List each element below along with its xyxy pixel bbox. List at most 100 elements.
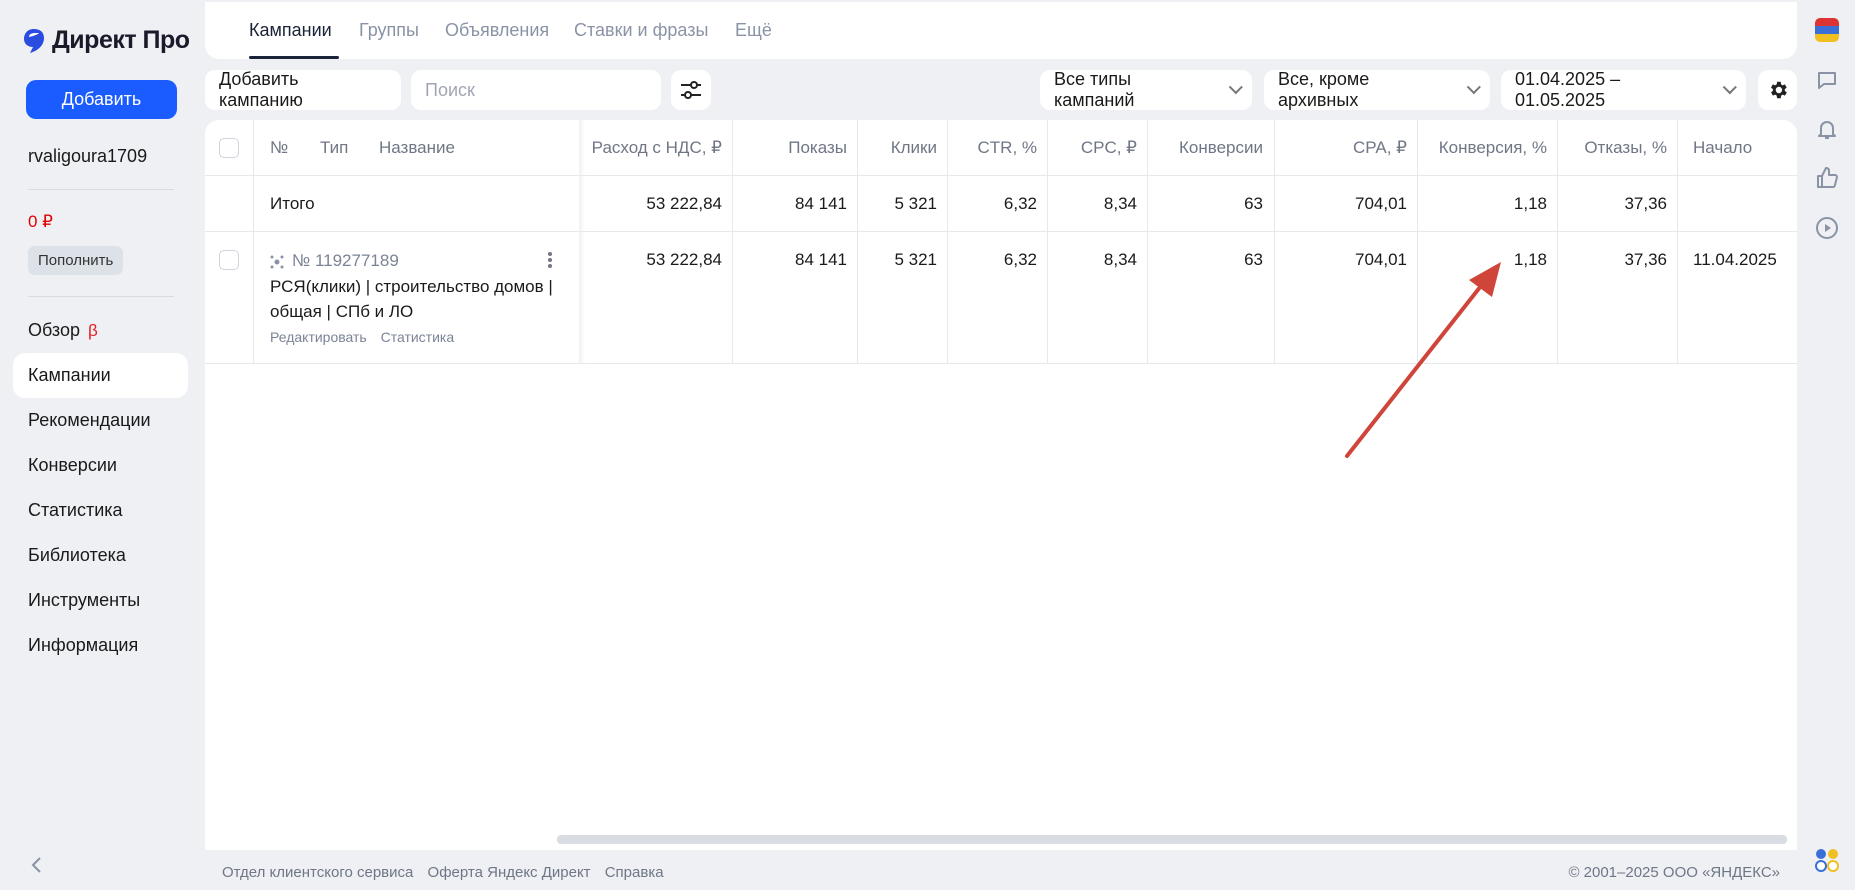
header-name[interactable]: Название [379,138,455,158]
campaign-type-select[interactable]: Все типы кампаний [1040,69,1252,110]
search-input[interactable]: Поиск [411,70,661,110]
row-start-date: 11.04.2025 [1693,250,1777,269]
stats-link[interactable]: Статистика [381,329,455,345]
campaign-links: Редактировать Статистика [270,329,464,345]
filter-settings-button[interactable] [671,70,711,110]
header-cpc[interactable]: CPC, ₽ [1081,138,1137,158]
sidebar-item-label: Обзор [28,320,80,340]
footer-link-help[interactable]: Справка [605,864,664,881]
row-cpc: 8,34 [1103,250,1137,269]
header-type[interactable]: Тип [320,138,348,158]
sidebar-item-info[interactable]: Информация [13,623,188,668]
footer-links: Отдел клиентского сервиса Оферта Яндекс … [222,864,674,881]
logo-text: Директ Про [52,26,190,54]
sidebar-item-label: Кампании [28,365,111,385]
tab-campaigns[interactable]: Кампании [249,20,332,41]
sidebar-item-statistics[interactable]: Статистика [13,488,188,533]
footer-link-offer[interactable]: Оферта Яндекс Директ [428,864,591,881]
sidebar-item-label: Конверсии [28,455,117,475]
sidebar-item-library[interactable]: Библиотека [13,533,188,578]
more-actions-icon[interactable] [547,250,553,270]
sliders-icon [681,81,701,99]
sidebar-item-conversions[interactable]: Конверсии [13,443,188,488]
total-ctr: 6,32 [1003,194,1037,213]
thumbs-up-icon[interactable] [1815,166,1839,190]
tab-groups[interactable]: Группы [359,20,419,41]
row-impressions: 84 141 [795,250,847,269]
divider [28,189,174,190]
tabs-bar: Кампании Группы Объявления Ставки и фраз… [205,2,1797,59]
sidebar-item-tools[interactable]: Инструменты [13,578,188,623]
services-icon[interactable] [1815,848,1839,872]
campaign-id[interactable]: № 119277189 [292,251,399,271]
username[interactable]: rvaligoura1709 [28,146,147,167]
beta-badge: β [88,320,98,340]
edit-link[interactable]: Редактировать [270,329,367,345]
network-campaign-icon [270,255,284,269]
total-label: Итого [270,194,315,213]
tab-bids[interactable]: Ставки и фразы [574,20,708,41]
tab-more[interactable]: Ещё [735,20,772,41]
header-spend[interactable]: Расход с НДС, ₽ [592,138,722,158]
header-num[interactable]: № [270,138,288,158]
footer-link-support[interactable]: Отдел клиентского сервиса [222,864,413,881]
total-impressions: 84 141 [795,194,847,213]
total-cpc: 8,34 [1103,194,1137,213]
row-checkbox[interactable] [219,250,239,270]
header-impressions[interactable]: Показы [788,138,847,158]
chevron-down-icon [1228,80,1243,95]
direct-logo-icon [24,28,44,53]
sidebar-item-campaigns[interactable]: Кампании [13,353,188,398]
add-campaign-button[interactable]: Добавить кампанию [205,69,401,110]
gear-icon [1770,81,1787,99]
sidebar-item-label: Информация [28,635,139,655]
total-bounces: 37,36 [1624,194,1667,213]
table-settings-button[interactable] [1758,70,1797,110]
row-clicks: 5 321 [894,250,937,269]
row-bounces: 37,36 [1624,250,1667,269]
topup-button[interactable]: Пополнить [28,246,124,275]
sidebar-item-label: Рекомендации [28,410,151,430]
tab-ads[interactable]: Объявления [445,20,549,41]
header-conv-rate[interactable]: Конверсия, % [1439,138,1547,158]
select-all-checkbox[interactable] [219,138,239,158]
divider [28,296,174,297]
sidebar-nav: Обзор β Кампании Рекомендации Конверсии … [13,308,188,668]
chat-icon[interactable] [1815,68,1839,92]
row-conversions: 63 [1244,250,1263,269]
header-clicks[interactable]: Клики [891,138,937,158]
logo[interactable]: Директ Про [22,26,190,55]
account-avatar-icon[interactable] [1815,18,1839,42]
row-spend: 53 222,84 [646,250,722,269]
date-range-value: 01.04.2025 – 01.05.2025 [1515,69,1621,110]
campaign-type-value: Все типы кампаний [1054,69,1135,110]
add-button[interactable]: Добавить [26,80,177,119]
total-spend: 53 222,84 [646,194,722,213]
horizontal-scrollbar[interactable] [557,835,1787,844]
header-conversions[interactable]: Конверсии [1179,138,1263,158]
campaign-name[interactable]: РСЯ(клики) | строительство домов | общая… [270,274,570,324]
archive-filter-select[interactable]: Все, кроме архивных [1264,69,1490,110]
total-conversions: 63 [1244,194,1263,213]
sidebar-item-overview[interactable]: Обзор β [13,308,188,353]
date-range-select[interactable]: 01.04.2025 – 01.05.2025 [1501,69,1746,110]
total-conv-rate: 1,18 [1513,194,1547,213]
sidebar-item-recommendations[interactable]: Рекомендации [13,398,188,443]
total-row: Итого 53 222,84 84 141 5 321 6,32 8,34 6… [205,176,1797,232]
collapse-sidebar-icon[interactable] [30,855,44,875]
footer-copyright: © 2001–2025 ООО «ЯНДЕКС» [1568,864,1780,881]
header-ctr[interactable]: CTR, % [978,138,1038,158]
total-cpa: 704,01 [1355,194,1407,213]
header-start[interactable]: Начало [1693,138,1752,158]
archive-filter-value: Все, кроме архивных [1278,69,1370,110]
row-ctr: 6,32 [1003,250,1037,269]
bell-icon[interactable] [1815,117,1839,141]
header-cpa[interactable]: CPA, ₽ [1353,138,1407,158]
row-conv-rate: 1,18 [1513,250,1547,269]
header-bounces[interactable]: Отказы, % [1584,138,1667,158]
sidebar-item-label: Инструменты [28,590,141,610]
sidebar-item-label: Статистика [28,500,123,520]
search-placeholder: Поиск [425,79,475,100]
add-campaign-label: Добавить кампанию [219,69,303,110]
play-icon[interactable] [1815,216,1839,240]
